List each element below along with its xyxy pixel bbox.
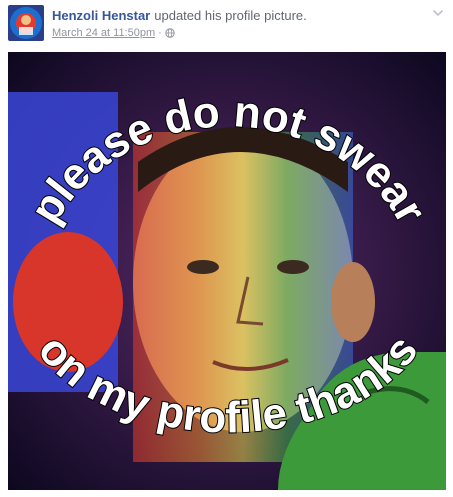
post-timestamp-link[interactable]: March 24 at 11:50pm xyxy=(52,26,155,40)
globe-icon[interactable] xyxy=(165,28,175,38)
post-header: Henzoli Henstar updated his profile pictu… xyxy=(0,0,453,48)
author-name-link[interactable]: Henzoli Henstar xyxy=(52,8,150,23)
post-meta-line: March 24 at 11:50pm · xyxy=(52,26,175,40)
meta-separator: · xyxy=(158,27,162,39)
feed-post: Henzoli Henstar updated his profile pictu… xyxy=(0,0,453,497)
post-action-text: updated his profile picture. xyxy=(154,8,307,23)
chevron-down-icon[interactable] xyxy=(431,6,445,20)
post-title-line: Henzoli Henstar updated his profile pictu… xyxy=(52,8,307,24)
author-avatar[interactable] xyxy=(8,5,44,41)
profile-picture-photo[interactable]: please do not swear on my profile thanks xyxy=(8,52,446,490)
